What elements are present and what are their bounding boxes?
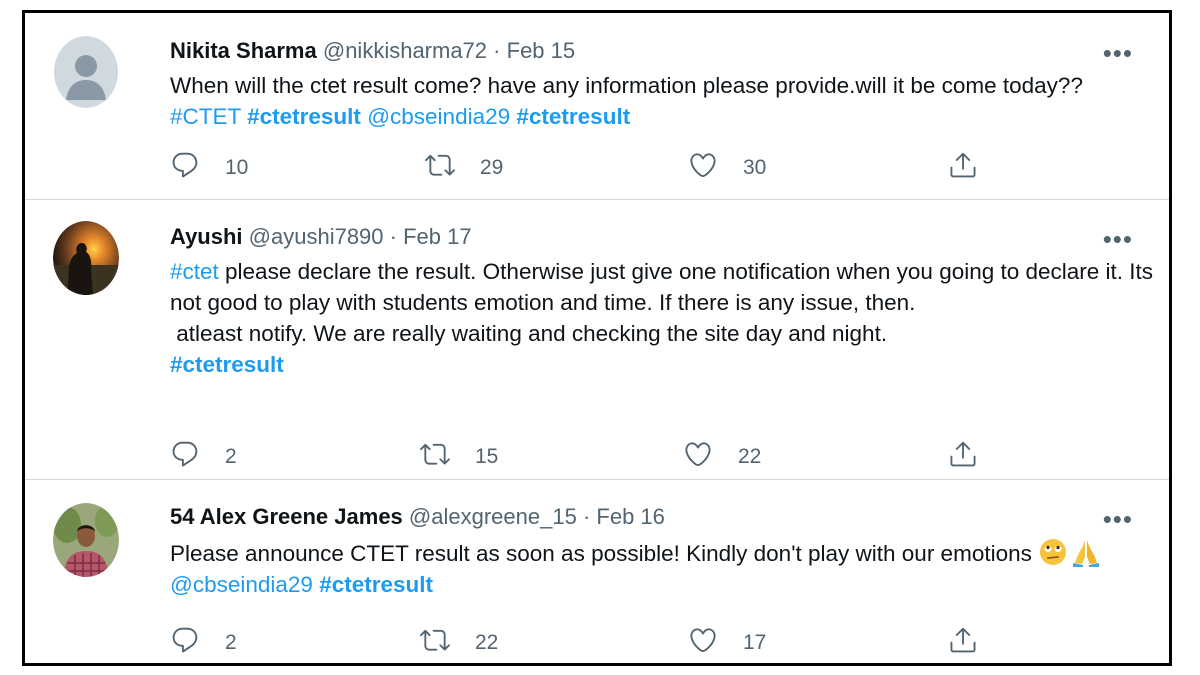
reply-button[interactable]: 10: [170, 150, 248, 185]
like-count: 30: [743, 155, 767, 179]
tweet-text-plain: atleast notify. We are really waiting an…: [170, 321, 888, 346]
separator-dot: ·: [389, 224, 397, 249]
heart-icon: [688, 150, 718, 185]
like-count: 22: [738, 444, 762, 468]
display-name[interactable]: Nikita Sharma: [170, 38, 317, 63]
reply-icon: [170, 439, 200, 474]
tweet-paragraph: #ctet please declare the result. Otherwi…: [170, 256, 1160, 318]
reply-count: 2: [225, 630, 237, 654]
hashtag-link[interactable]: #ctetresult: [247, 104, 361, 129]
share-button[interactable]: [948, 439, 978, 474]
like-button[interactable]: 22: [683, 439, 761, 474]
share-button[interactable]: [948, 150, 978, 185]
more-options-icon[interactable]: •••: [1103, 506, 1133, 532]
tweet-nikita[interactable]: Nikita Sharma @nikkisharma72 · Feb 15 ••…: [25, 13, 1169, 199]
retweet-count: 15: [475, 444, 499, 468]
user-handle[interactable]: @nikkisharma72: [323, 38, 487, 63]
mention-link[interactable]: @cbseindia29: [170, 572, 313, 597]
reply-button[interactable]: 2: [170, 439, 237, 474]
more-options-icon[interactable]: •••: [1103, 40, 1133, 66]
avatar-photo-person[interactable]: [53, 503, 119, 577]
face-with-rolling-eyes-icon: [1038, 537, 1068, 567]
share-icon: [948, 625, 978, 660]
tweet-actions: 2 15 22: [170, 439, 1010, 473]
display-name[interactable]: Ayushi: [170, 224, 243, 249]
share-button[interactable]: [948, 625, 978, 660]
reply-count: 10: [225, 155, 249, 179]
tweet-text: Please announce CTET result as soon as p…: [170, 537, 1160, 600]
retweet-count: 22: [475, 630, 499, 654]
like-count: 17: [743, 630, 767, 654]
reply-icon: [170, 625, 200, 660]
more-options-icon[interactable]: •••: [1103, 226, 1133, 252]
tweet-thread-panel: Nikita Sharma @nikkisharma72 · Feb 15 ••…: [22, 10, 1172, 666]
tweet-text-plain: please declare the result. Otherwise jus…: [170, 259, 1154, 315]
retweet-icon: [425, 150, 455, 185]
tweet-text-plain: When will the ctet result come? have any…: [170, 73, 1083, 98]
retweet-button[interactable]: 22: [420, 625, 498, 660]
separator-dot: ·: [493, 38, 501, 63]
like-button[interactable]: 17: [688, 625, 766, 660]
tweet-ayushi[interactable]: Ayushi @ayushi7890 · Feb 17 ••• #ctet pl…: [25, 199, 1169, 479]
reply-count: 2: [225, 444, 237, 468]
tweet-date[interactable]: Feb 16: [596, 504, 665, 529]
avatar-default-icon[interactable]: [54, 36, 118, 108]
tweet-text: When will the ctet result come? have any…: [170, 70, 1160, 132]
user-handle[interactable]: @alexgreene_15: [409, 504, 577, 529]
retweet-icon: [420, 625, 450, 660]
hashtag-link[interactable]: #ctet: [170, 259, 219, 284]
retweet-count: 29: [480, 155, 504, 179]
tweet-text: #ctet please declare the result. Otherwi…: [170, 256, 1160, 380]
hashtag-link[interactable]: #ctetresult: [170, 352, 284, 377]
display-name[interactable]: 54 Alex Greene James: [170, 504, 403, 529]
tweet-date[interactable]: Feb 17: [403, 224, 472, 249]
tweet-header: 54 Alex Greene James @alexgreene_15 · Fe…: [170, 504, 665, 530]
mention-link[interactable]: @cbseindia29: [367, 104, 510, 129]
heart-icon: [688, 625, 718, 660]
separator-dot: ·: [582, 504, 591, 529]
tweet-header: Nikita Sharma @nikkisharma72 · Feb 15: [170, 38, 575, 64]
tweet-date[interactable]: Feb 15: [507, 38, 576, 63]
retweet-button[interactable]: 15: [420, 439, 498, 474]
hashtag-link[interactable]: #ctetresult: [319, 572, 433, 597]
tweet-alex[interactable]: 54 Alex Greene James @alexgreene_15 · Fe…: [25, 479, 1169, 663]
tweet-text-plain: Please announce CTET result as soon as p…: [170, 541, 1039, 566]
retweet-button[interactable]: 29: [425, 150, 503, 185]
share-icon: [948, 439, 978, 474]
retweet-icon: [420, 439, 450, 474]
tweet-actions: 2 22 17: [170, 625, 1010, 659]
folded-hands-icon: [1071, 537, 1101, 567]
hashtag-link[interactable]: #ctetresult: [516, 104, 630, 129]
like-button[interactable]: 30: [688, 150, 766, 185]
user-handle[interactable]: @ayushi7890: [249, 224, 384, 249]
heart-icon: [683, 439, 713, 474]
hashtag-link[interactable]: #CTET: [170, 104, 241, 129]
share-icon: [948, 150, 978, 185]
reply-icon: [170, 150, 200, 185]
reply-button[interactable]: 2: [170, 625, 237, 660]
avatar-photo-sunset[interactable]: [53, 221, 119, 295]
tweet-header: Ayushi @ayushi7890 · Feb 17: [170, 224, 472, 250]
tweet-actions: 10 29 30: [170, 150, 1010, 184]
